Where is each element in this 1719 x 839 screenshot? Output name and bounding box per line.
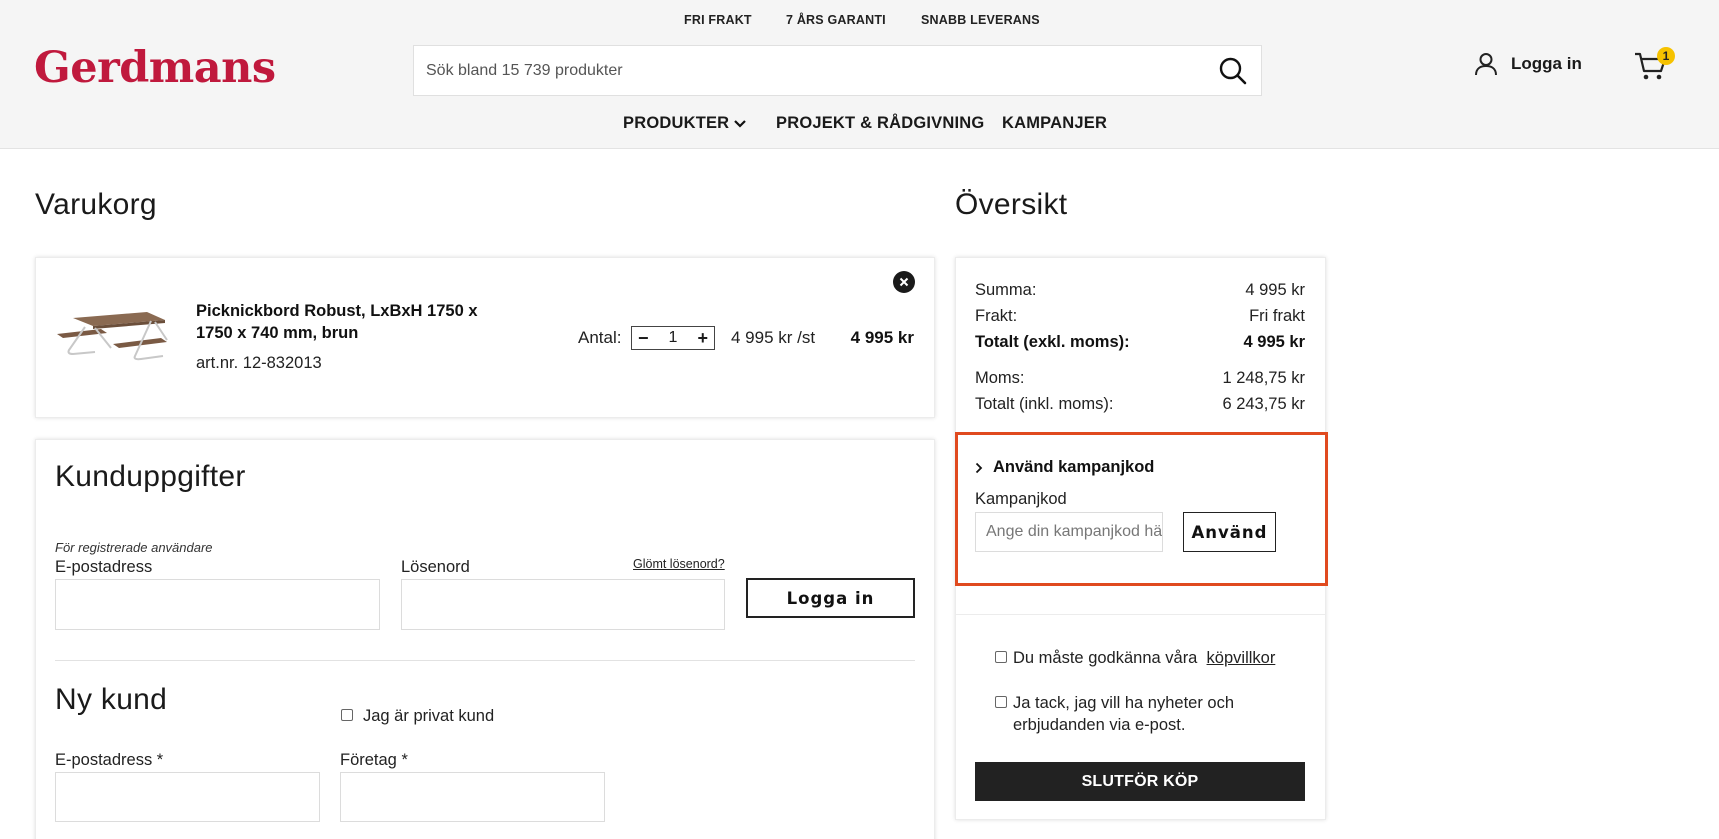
divider: [55, 660, 915, 661]
new-email-field[interactable]: [55, 772, 320, 822]
search-button[interactable]: [1217, 56, 1249, 88]
newsletter-label: Ja tack, jag vill ha nyheter och erbjuda…: [1013, 694, 1235, 734]
usp-fast-delivery: SNABB LEVERANS: [921, 13, 1040, 27]
cart-title: Varukorg: [35, 188, 157, 221]
email-input[interactable]: [56, 580, 379, 629]
summary-total-incl-vat-label: Totalt (inkl. moms):: [975, 395, 1114, 413]
password-input[interactable]: [402, 580, 724, 629]
summary-total-incl-vat-value: 6 243,75 kr: [1222, 395, 1305, 413]
summary-vat-label: Moms:: [975, 369, 1025, 387]
user-icon: [1475, 53, 1497, 76]
quantity-stepper: − 1 +: [631, 326, 715, 350]
summary-total-excl-vat-value: 4 995 kr: [1243, 333, 1305, 351]
decrease-quantity-button[interactable]: −: [638, 329, 649, 347]
nav-campaigns-label: KAMPANJER: [1002, 114, 1108, 132]
new-customer-title: Ny kund: [55, 683, 168, 716]
campaign-code-input[interactable]: [976, 513, 1162, 551]
company-label: Företag *: [340, 751, 408, 769]
summary-shipping-label: Frakt:: [975, 307, 1018, 325]
quantity-label: Antal:: [578, 328, 622, 347]
usp-free-shipping: FRI FRAKT: [684, 13, 752, 27]
checkout-button[interactable]: SLUTFÖR KÖP: [975, 762, 1305, 801]
email-field[interactable]: [55, 579, 380, 630]
summary-subtotal-label: Summa:: [975, 281, 1037, 299]
quantity-value[interactable]: 1: [669, 329, 678, 347]
newsletter-checkbox[interactable]: [995, 696, 1007, 708]
close-icon: [899, 277, 909, 287]
nav-products[interactable]: PRODUKTER: [623, 114, 747, 133]
cart-button[interactable]: 1: [1634, 47, 1675, 84]
terms-link[interactable]: köpvillkor: [1207, 649, 1276, 667]
search-input[interactable]: [414, 46, 1194, 95]
chevron-down-icon: [734, 119, 747, 128]
login-button[interactable]: Logga in: [746, 578, 915, 618]
login-link[interactable]: Logga in: [1473, 51, 1582, 77]
company-field[interactable]: [340, 772, 605, 822]
cart-count-badge: 1: [1657, 47, 1675, 65]
new-email-label: E-postadress *: [55, 751, 164, 769]
company-input[interactable]: [341, 773, 604, 821]
nav-campaigns[interactable]: KAMPANJER: [1002, 114, 1107, 133]
email-label: E-postadress: [55, 558, 153, 576]
increase-quantity-button[interactable]: +: [697, 329, 708, 347]
product-image[interactable]: [55, 300, 175, 370]
site-header: FRI FRAKT 7 ÅRS GARANTI SNABB LEVERANS G…: [0, 0, 1719, 149]
nav-projects[interactable]: PROJEKT & RÅDGIVNING: [776, 114, 984, 133]
terms-checkbox[interactable]: [995, 651, 1007, 663]
search-box: [413, 45, 1262, 96]
summary-shipping-value: Fri frakt: [1249, 307, 1305, 325]
usp-warranty: 7 ÅRS GARANTI: [786, 13, 886, 27]
private-customer-label: Jag är privat kund: [363, 707, 495, 725]
summary-subtotal-value: 4 995 kr: [1245, 281, 1305, 299]
search-icon: [1219, 57, 1247, 85]
summary-vat-row: Moms: 1 248,75 kr: [975, 369, 1305, 388]
summary-vat-value: 1 248,75 kr: [1222, 369, 1305, 387]
line-total: 4 995 kr: [850, 328, 914, 347]
chevron-right-icon: [975, 462, 983, 473]
summary-total-incl-vat-row: Totalt (inkl. moms): 6 243,75 kr: [975, 395, 1305, 414]
nav-products-label: PRODUKTER: [623, 114, 730, 132]
terms-label: Du måste godkänna våra köpvillkor: [1013, 647, 1275, 669]
overview-title: Översikt: [955, 188, 1068, 221]
summary-subtotal-row: Summa: 4 995 kr: [975, 281, 1305, 300]
forgot-password-link[interactable]: Glömt lösenord?: [633, 557, 725, 571]
logo[interactable]: Gerdmans: [34, 43, 276, 93]
customer-details-title: Kunduppgifter: [55, 460, 246, 493]
summary-total-excl-vat-row: Totalt (exkl. moms): 4 995 kr: [975, 333, 1305, 352]
product-name[interactable]: Picknickbord Robust, LxBxH 1750 x 1750 x…: [196, 300, 496, 344]
apply-campaign-button[interactable]: Använd: [1183, 512, 1276, 552]
campaign-code-toggle-label: Använd kampanjkod: [993, 458, 1155, 476]
overview-separator: [956, 614, 1326, 615]
terms-text: Du måste godkänna våra: [1013, 649, 1198, 667]
summary-shipping-row: Frakt: Fri frakt: [975, 307, 1305, 326]
password-field[interactable]: [401, 579, 725, 630]
new-email-input[interactable]: [56, 773, 319, 821]
login-label: Logga in: [1511, 54, 1582, 73]
campaign-code-field[interactable]: [975, 512, 1163, 552]
nav-projects-label: PROJEKT & RÅDGIVNING: [776, 114, 985, 132]
unit-price: 4 995 kr /st: [731, 328, 816, 347]
summary-total-excl-vat-label: Totalt (exkl. moms):: [975, 333, 1130, 351]
campaign-code-toggle[interactable]: Använd kampanjkod: [975, 458, 1154, 477]
remove-item-button[interactable]: [893, 271, 915, 293]
private-customer-checkbox[interactable]: [341, 709, 353, 721]
product-article-number: art.nr. 12-832013: [196, 354, 322, 372]
campaign-code-section: [955, 432, 1328, 586]
registered-users-note: För registrerade användare: [55, 540, 213, 555]
password-label: Lösenord: [401, 558, 470, 576]
campaign-code-label: Kampanjkod: [975, 490, 1067, 508]
